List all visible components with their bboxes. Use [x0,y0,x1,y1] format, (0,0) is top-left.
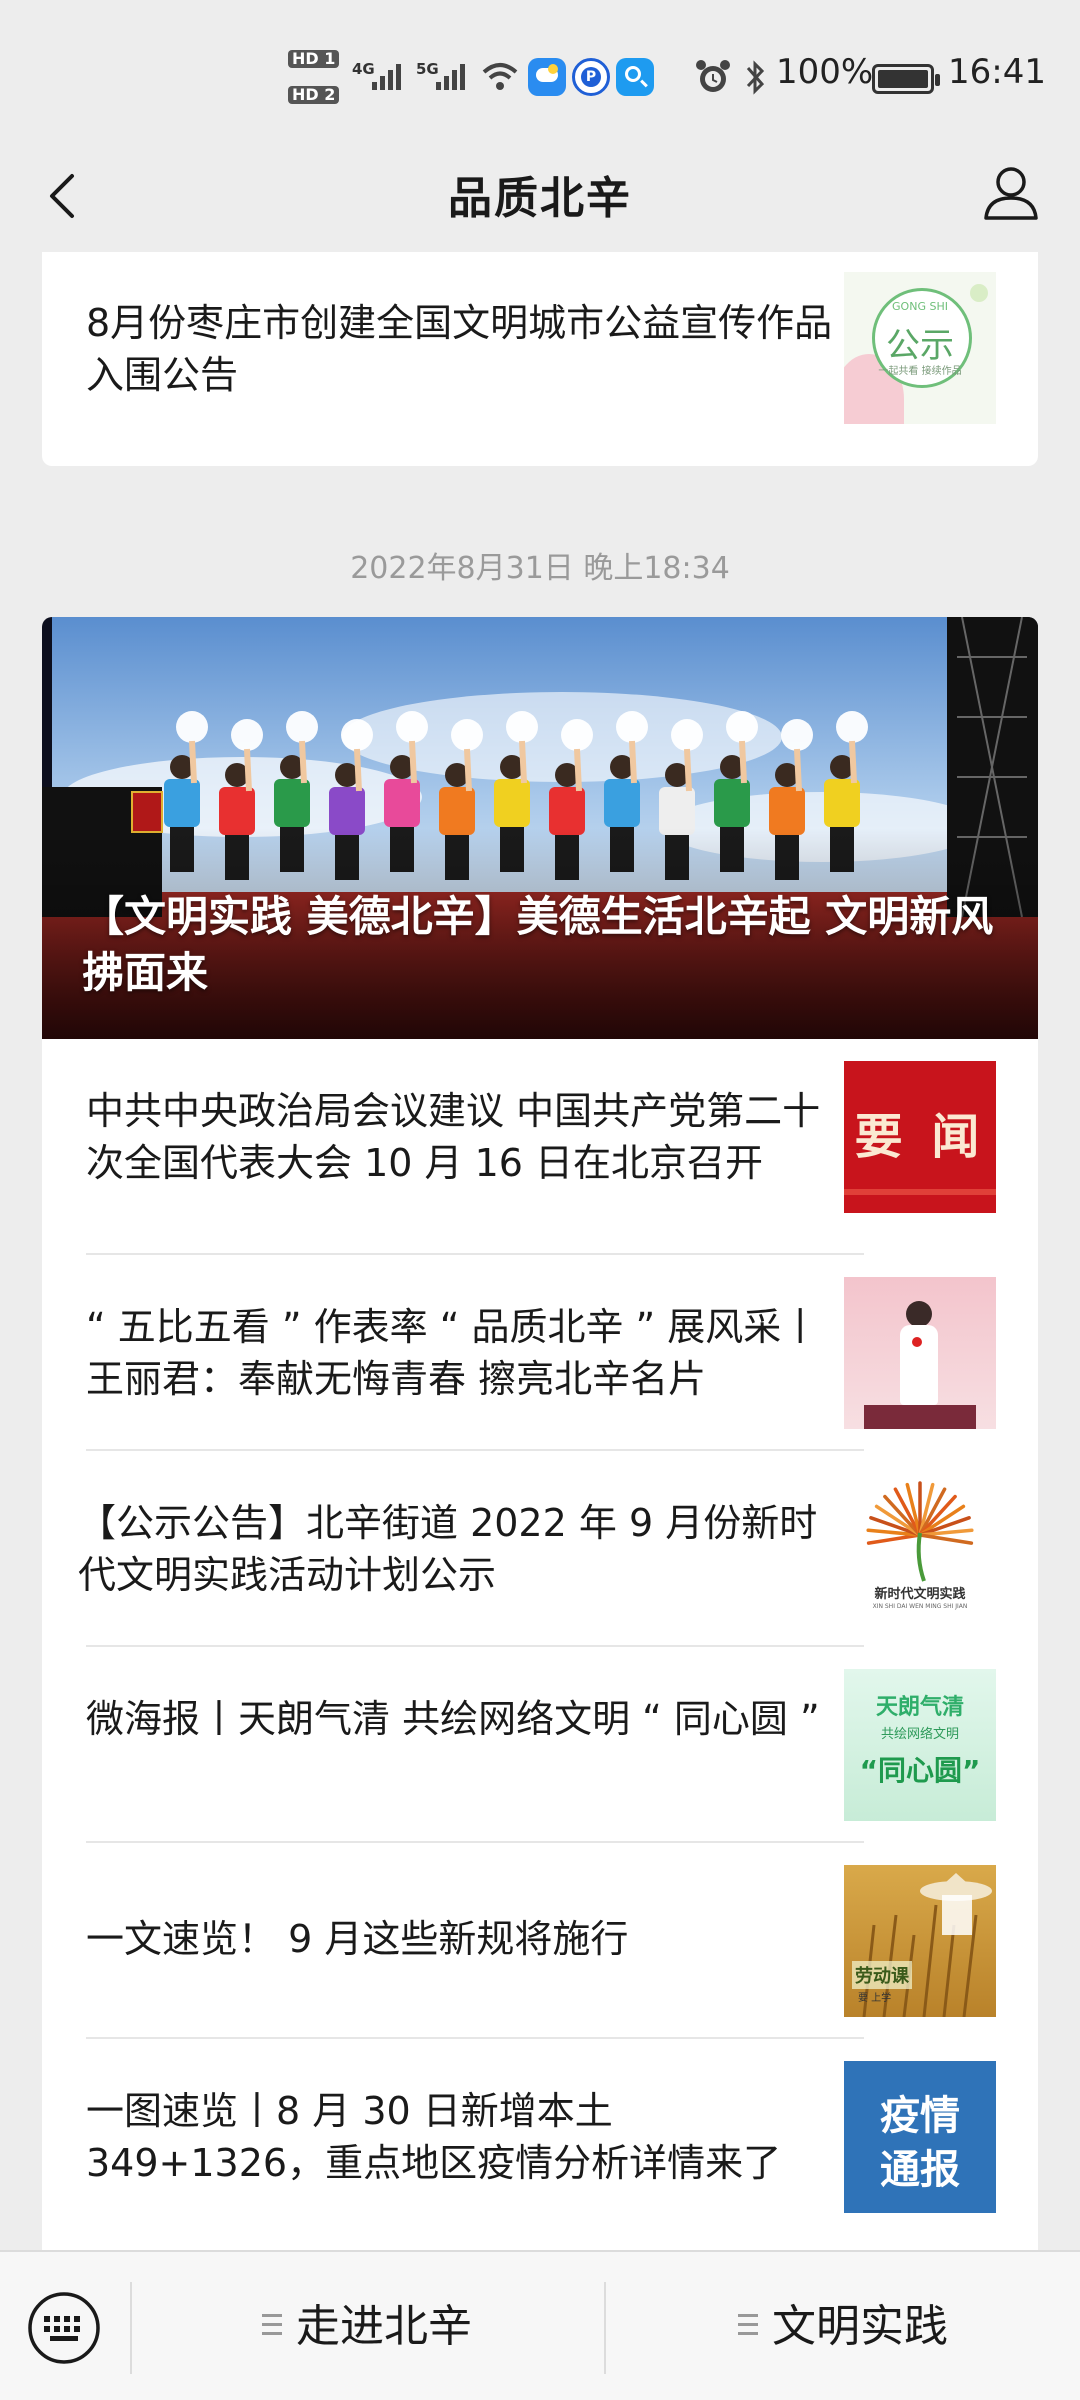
menu-wenming-shijian[interactable]: 文明实践 [738,2296,948,2358]
alarm-icon [696,60,730,92]
article-thumbnail: 疫情 通报 [844,2061,996,2213]
list-item[interactable]: “ 五比五看 ” 作表率 “ 品质北辛 ” 展风采丨王丽君：奉献无悔青春 擦亮北… [42,1255,1038,1451]
hero-title: 【文明实践 美德北辛】美德生活北辛起 文明新风拂面来 [82,892,994,997]
page-title: 品质北辛 [448,173,632,224]
bottom-menu-bar: 走进北辛 文明实践 [0,2250,1080,2400]
list-item[interactable]: 一图速览丨8 月 30 日新增本土 349+1326，重点地区疫情分析详情来了 … [42,2039,1038,2235]
article-title: 【公示公告】北辛街道 2022 年 9 月份新时代文明实践活动计划公示 [78,1501,818,1597]
article-thumbnail [844,1277,996,1429]
list-item[interactable]: 【公示公告】北辛街道 2022 年 9 月份新时代文明实践活动计划公示 新时代文… [42,1451,1038,1647]
keyboard-icon[interactable] [26,2290,102,2366]
search-app-icon [616,58,654,96]
article-thumbnail: GONG SHI 公示 一起共看 接续作品 [844,272,996,424]
article-thumbnail: 劳动课 要 上学 [844,1865,996,2017]
hd-badge-1: HD 1 [288,50,340,68]
article-thumbnail: 要 闻 [844,1061,996,1213]
article-thumbnail: 新时代文明实践 XIN SHI DAI WEN MING SHI JIAN [844,1473,996,1625]
menu-zoujin-beixin[interactable]: 走进北辛 [262,2296,472,2358]
user-outline-icon[interactable] [978,160,1044,226]
title-bar: 品质北辛 [0,140,1080,252]
article-title: “ 五比五看 ” 作表率 “ 品质北辛 ” 展风采丨王丽君：奉献无悔青春 擦亮北… [86,1305,820,1401]
wifi-icon [482,63,518,90]
battery-percent: 100% [776,52,874,92]
menu-lines-icon [262,2314,282,2336]
article-thumbnail: 天朗气清 共绘网络文明 “同心圆” [844,1669,996,1821]
weather-app-icon [528,58,566,96]
hd-badge-2: HD 2 [288,86,340,104]
separator [604,2282,606,2374]
article-card-previous: 8月份枣庄市创建全国文明城市公益宣传作品入围公告 GONG SHI 公示 一起共… [42,252,1038,466]
article-title: 中共中央政治局会议建议 中国共产党第二十次全国代表大会 10 月 16 日在北京… [86,1089,821,1185]
battery-icon [872,64,940,94]
hero-article[interactable]: 【文明实践 美德北辛】美德生活北辛起 文明新风拂面来 [42,617,1038,1039]
p-app-icon: P [572,58,610,96]
article-title: 一图速览丨8 月 30 日新增本土 349+1326，重点地区疫情分析详情来了 [86,2089,782,2185]
article-title: 8月份枣庄市创建全国文明城市公益宣传作品入围公告 [86,301,833,397]
separator [130,2282,132,2374]
message-timestamp: 2022年8月31日 晚上18:34 [350,551,730,586]
status-bar: HD 1 HD 2 4G 5G P 100% 16:41 [0,0,1080,140]
article-card-group: 【文明实践 美德北辛】美德生活北辛起 文明新风拂面来 中共中央政治局会议建议 中… [42,617,1038,2250]
clock: 16:41 [948,52,1046,92]
article-title: 一文速览！ 9 月这些新规将施行 [86,1917,629,1961]
list-item[interactable]: 8月份枣庄市创建全国文明城市公益宣传作品入围公告 GONG SHI 公示 一起共… [42,252,1038,466]
menu-lines-icon [738,2314,758,2336]
article-title: 微海报丨天朗气清 共绘网络文明 “ 同心圆 ” [86,1697,820,1741]
list-item[interactable]: 微海报丨天朗气清 共绘网络文明 “ 同心圆 ” 天朗气清 共绘网络文明 “同心圆… [42,1647,1038,1843]
signal-icon-1 [372,64,404,90]
bluetooth-icon [746,60,765,95]
list-item[interactable]: 一文速览！ 9 月这些新规将施行 劳动课 要 上学 [42,1843,1038,2039]
signal-icon-2 [436,64,468,90]
list-item[interactable]: 中共中央政治局会议建议 中国共产党第二十次全国代表大会 10 月 16 日在北京… [42,1039,1038,1235]
